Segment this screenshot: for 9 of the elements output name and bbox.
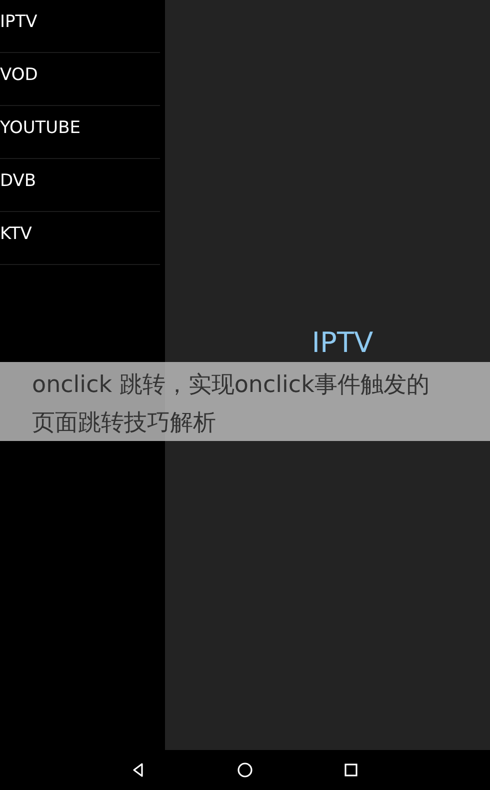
caption-text: onclick 跳转，实现onclick事件触发的页面跳转技巧解析 <box>32 371 430 438</box>
sidebar-item[interactable]: KTV <box>0 212 160 265</box>
recents-icon[interactable] <box>343 762 359 778</box>
home-icon[interactable] <box>237 762 253 778</box>
sidebar-item[interactable]: IPTV <box>0 0 160 53</box>
sidebar-item[interactable]: VOD <box>0 53 160 106</box>
sidebar-item[interactable]: DVB <box>0 159 160 212</box>
content-title: IPTV <box>312 326 374 360</box>
sidebar-item[interactable]: YOUTUBE <box>0 106 160 159</box>
